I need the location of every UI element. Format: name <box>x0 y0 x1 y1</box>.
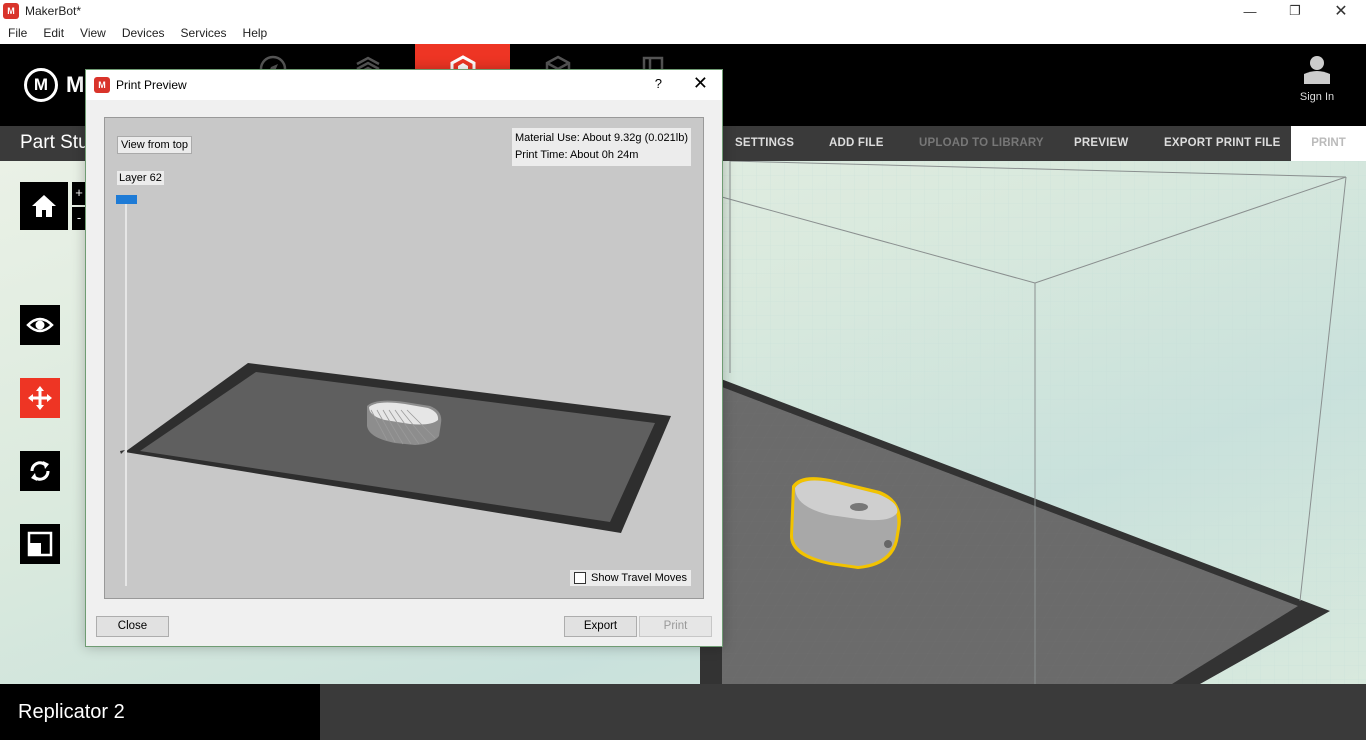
move-icon <box>28 386 52 410</box>
sign-in-button[interactable]: Sign In <box>1292 54 1342 103</box>
print-info-panel: Material Use: About 9.32g (0.021lb) Prin… <box>511 128 691 166</box>
settings-button[interactable]: SETTINGS <box>735 126 794 161</box>
view-from-top-button[interactable]: View from top <box>117 136 193 154</box>
makerbot-app-icon: M <box>3 3 19 19</box>
close-button[interactable]: Close <box>96 616 169 637</box>
sign-in-label: Sign In <box>1299 91 1335 103</box>
zoom-in-button[interactable]: + <box>72 182 86 205</box>
rotate-icon <box>30 461 50 481</box>
add-file-button[interactable]: ADD FILE <box>829 126 884 161</box>
layer-slider-thumb[interactable] <box>116 195 137 204</box>
dialog-title-bar: M Print Preview <box>86 70 722 100</box>
user-icon <box>1304 56 1330 84</box>
project-title: Part Stu <box>20 132 89 153</box>
menu-view[interactable]: View <box>72 22 114 44</box>
layer-label: Layer 62 <box>117 171 164 185</box>
menu-bar: File Edit View Devices Services Help <box>0 22 1366 44</box>
scale-tool-button[interactable] <box>20 524 60 564</box>
home-icon <box>32 195 56 217</box>
zoom-out-button[interactable]: - <box>72 207 86 230</box>
preview-viewport[interactable]: View from top Material Use: About 9.32g … <box>104 117 704 599</box>
export-print-file-button[interactable]: EXPORT PRINT FILE <box>1164 126 1281 161</box>
upload-to-library-button[interactable]: UPLOAD TO LIBRARY <box>919 126 1044 161</box>
minimize-button[interactable]: — <box>1227 0 1273 22</box>
show-travel-moves-checkbox[interactable] <box>574 572 587 584</box>
close-window-button[interactable]: ✕ <box>1318 0 1364 22</box>
print-dialog-button[interactable]: Print <box>639 616 712 637</box>
print-time-text: Print Time: About 0h 24m <box>514 149 639 161</box>
close-icon[interactable]: ✕ <box>693 73 708 94</box>
preview-button[interactable]: PREVIEW <box>1074 126 1128 161</box>
bottom-bar: Replicator 2 <box>0 684 1366 740</box>
view-tool-button[interactable] <box>20 305 60 345</box>
menu-devices[interactable]: Devices <box>114 22 173 44</box>
menu-help[interactable]: Help <box>235 22 276 44</box>
menu-services[interactable]: Services <box>173 22 235 44</box>
window-title-bar: M MakerBot* — ❐ ✕ <box>0 0 1366 22</box>
menu-file[interactable]: File <box>0 22 35 44</box>
home-view-button[interactable] <box>20 182 68 230</box>
printer-selector[interactable]: Replicator 2 <box>0 684 320 740</box>
help-button[interactable]: ? <box>655 76 662 91</box>
layer-slider-track[interactable] <box>125 198 127 586</box>
dialog-title: Print Preview <box>116 78 187 92</box>
eye-icon <box>26 317 54 333</box>
material-use-text: Material Use: About 9.32g (0.021lb) <box>514 132 688 144</box>
window-title: MakerBot* <box>25 4 82 18</box>
show-travel-moves-label: Show Travel Moves <box>591 572 687 584</box>
move-tool-button[interactable] <box>20 378 60 418</box>
print-button[interactable]: PRINT <box>1291 126 1366 161</box>
scale-icon <box>27 531 53 557</box>
makerbot-app-icon: M <box>94 77 110 93</box>
export-button[interactable]: Export <box>564 616 637 637</box>
makerbot-logo: M <box>24 68 58 102</box>
print-preview-dialog: M Print Preview ? ✕ View from top Materi… <box>85 69 723 647</box>
menu-edit[interactable]: Edit <box>35 22 72 44</box>
preview-scene <box>120 363 671 533</box>
rotate-tool-button[interactable] <box>20 451 60 491</box>
show-travel-moves-toggle[interactable]: Show Travel Moves <box>570 570 691 586</box>
makerbot-wordmark: M <box>66 72 85 97</box>
restore-button[interactable]: ❐ <box>1272 0 1318 22</box>
